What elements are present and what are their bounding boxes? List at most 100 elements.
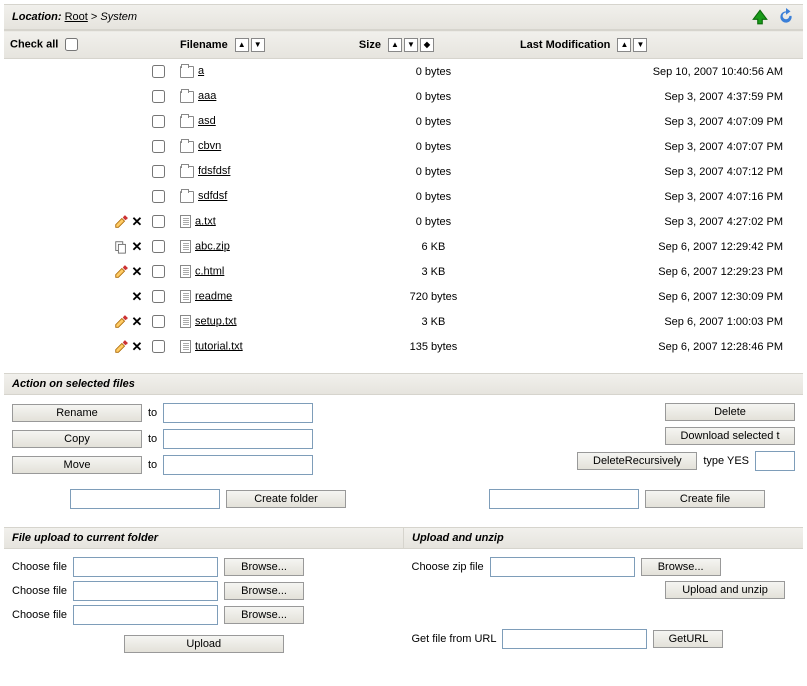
breadcrumb-root[interactable]: Root (65, 11, 88, 23)
get-url-button[interactable]: GetURL (653, 630, 723, 648)
row-checkbox[interactable] (152, 340, 165, 353)
file-link[interactable]: aaa (198, 90, 216, 102)
row-checkbox[interactable] (152, 165, 165, 178)
browse-button-1[interactable]: Browse... (224, 558, 304, 576)
file-link[interactable]: abc.zip (195, 240, 230, 252)
copy-input[interactable] (163, 429, 313, 449)
row-checkbox[interactable] (152, 215, 165, 228)
create-folder-button[interactable]: Create folder (226, 490, 346, 508)
upload-unzip-button[interactable]: Upload and unzip (665, 581, 785, 599)
delete-icon[interactable]: ✕ (130, 340, 144, 354)
file-modified: Sep 3, 2007 4:07:09 PM (514, 109, 803, 134)
folder-icon (180, 116, 194, 128)
file-size: 720 bytes (353, 284, 514, 309)
row-checkbox[interactable] (152, 90, 165, 103)
zip-input[interactable] (490, 557, 635, 577)
file-icon (180, 265, 191, 278)
choose-file-label-1: Choose file (12, 561, 67, 573)
col-size: Size (359, 38, 381, 50)
file-link[interactable]: a.txt (195, 215, 216, 227)
type-yes-input[interactable] (755, 451, 795, 471)
file-size: 0 bytes (353, 159, 514, 184)
breadcrumb-sep: > (91, 11, 97, 23)
file-link[interactable]: c.html (195, 265, 224, 277)
create-file-button[interactable]: Create file (645, 490, 765, 508)
up-icon[interactable] (751, 8, 769, 26)
file-link[interactable]: fdsfdsf (198, 165, 230, 177)
file-input-2[interactable] (73, 581, 218, 601)
edit-icon[interactable] (114, 215, 128, 229)
move-input[interactable] (163, 455, 313, 475)
delete-icon[interactable]: ✕ (130, 240, 144, 254)
file-link[interactable]: a (198, 65, 204, 77)
file-modified: Sep 6, 2007 1:00:03 PM (514, 309, 803, 334)
edit-icon[interactable] (114, 315, 128, 329)
row-checkbox[interactable] (152, 265, 165, 278)
row-checkbox[interactable] (152, 190, 165, 203)
download-selected-button[interactable]: Download selected t (665, 427, 795, 445)
file-size: 6 KB (353, 234, 514, 259)
browse-button-2[interactable]: Browse... (224, 582, 304, 600)
row-checkbox[interactable] (152, 240, 165, 253)
table-row: cbvn0 bytesSep 3, 2007 4:07:07 PM (4, 134, 803, 159)
file-size: 3 KB (353, 259, 514, 284)
sort-mod-asc-icon[interactable]: ▲ (617, 38, 631, 52)
row-checkbox[interactable] (152, 115, 165, 128)
delete-recursively-button[interactable]: DeleteRecursively (577, 452, 697, 470)
browse-button-3[interactable]: Browse... (224, 606, 304, 624)
file-size: 0 bytes (353, 209, 514, 234)
col-last-mod: Last Modification (520, 38, 610, 50)
check-all-checkbox[interactable] (65, 38, 78, 51)
sort-size-type-icon[interactable]: ◆ (420, 38, 434, 52)
move-button[interactable]: Move (12, 456, 142, 474)
file-link[interactable]: setup.txt (195, 315, 237, 327)
delete-icon[interactable]: ✕ (130, 215, 144, 229)
sort-size-desc-icon[interactable]: ▼ (404, 38, 418, 52)
file-input-1[interactable] (73, 557, 218, 577)
browse-zip-button[interactable]: Browse... (641, 558, 721, 576)
type-yes-label: type YES (703, 455, 749, 467)
folder-icon (180, 166, 194, 178)
file-input-3[interactable] (73, 605, 218, 625)
upload-button[interactable]: Upload (124, 635, 284, 653)
row-checkbox[interactable] (152, 290, 165, 303)
file-size: 3 KB (353, 309, 514, 334)
move-to-label: to (148, 459, 157, 471)
sort-filename-asc-icon[interactable]: ▲ (235, 38, 249, 52)
create-folder-input[interactable] (70, 489, 220, 509)
edit-icon[interactable] (114, 265, 128, 279)
copy-icon[interactable] (114, 240, 128, 254)
file-modified: Sep 6, 2007 12:28:46 PM (514, 334, 803, 359)
file-link[interactable]: cbvn (198, 140, 221, 152)
file-link[interactable]: sdfdsf (198, 190, 227, 202)
copy-to-label: to (148, 433, 157, 445)
rename-to-label: to (148, 407, 157, 419)
row-checkbox[interactable] (152, 65, 165, 78)
refresh-icon[interactable] (777, 8, 795, 26)
location-label: Location: (12, 11, 62, 23)
row-checkbox[interactable] (152, 315, 165, 328)
copy-button[interactable]: Copy (12, 430, 142, 448)
delete-icon[interactable]: ✕ (130, 265, 144, 279)
delete-icon[interactable]: ✕ (130, 290, 144, 304)
choose-file-label-2: Choose file (12, 585, 67, 597)
sort-filename-desc-icon[interactable]: ▼ (251, 38, 265, 52)
delete-button[interactable]: Delete (665, 403, 795, 421)
create-file-input[interactable] (489, 489, 639, 509)
table-row: ✕ readme720 bytesSep 6, 2007 12:30:09 PM (4, 284, 803, 309)
sort-mod-desc-icon[interactable]: ▼ (633, 38, 647, 52)
rename-input[interactable] (163, 403, 313, 423)
file-icon (180, 340, 191, 353)
file-link[interactable]: tutorial.txt (195, 340, 243, 352)
rename-button[interactable]: Rename (12, 404, 142, 422)
file-modified: Sep 10, 2007 10:40:56 AM (514, 59, 803, 85)
actions-section-title: Action on selected files (4, 373, 803, 395)
delete-icon[interactable]: ✕ (130, 315, 144, 329)
url-input[interactable] (502, 629, 647, 649)
sort-size-asc-icon[interactable]: ▲ (388, 38, 402, 52)
file-link[interactable]: readme (195, 290, 232, 302)
row-checkbox[interactable] (152, 140, 165, 153)
file-link[interactable]: asd (198, 115, 216, 127)
edit-icon[interactable] (114, 340, 128, 354)
unzip-section-title: Upload and unzip (404, 528, 803, 548)
